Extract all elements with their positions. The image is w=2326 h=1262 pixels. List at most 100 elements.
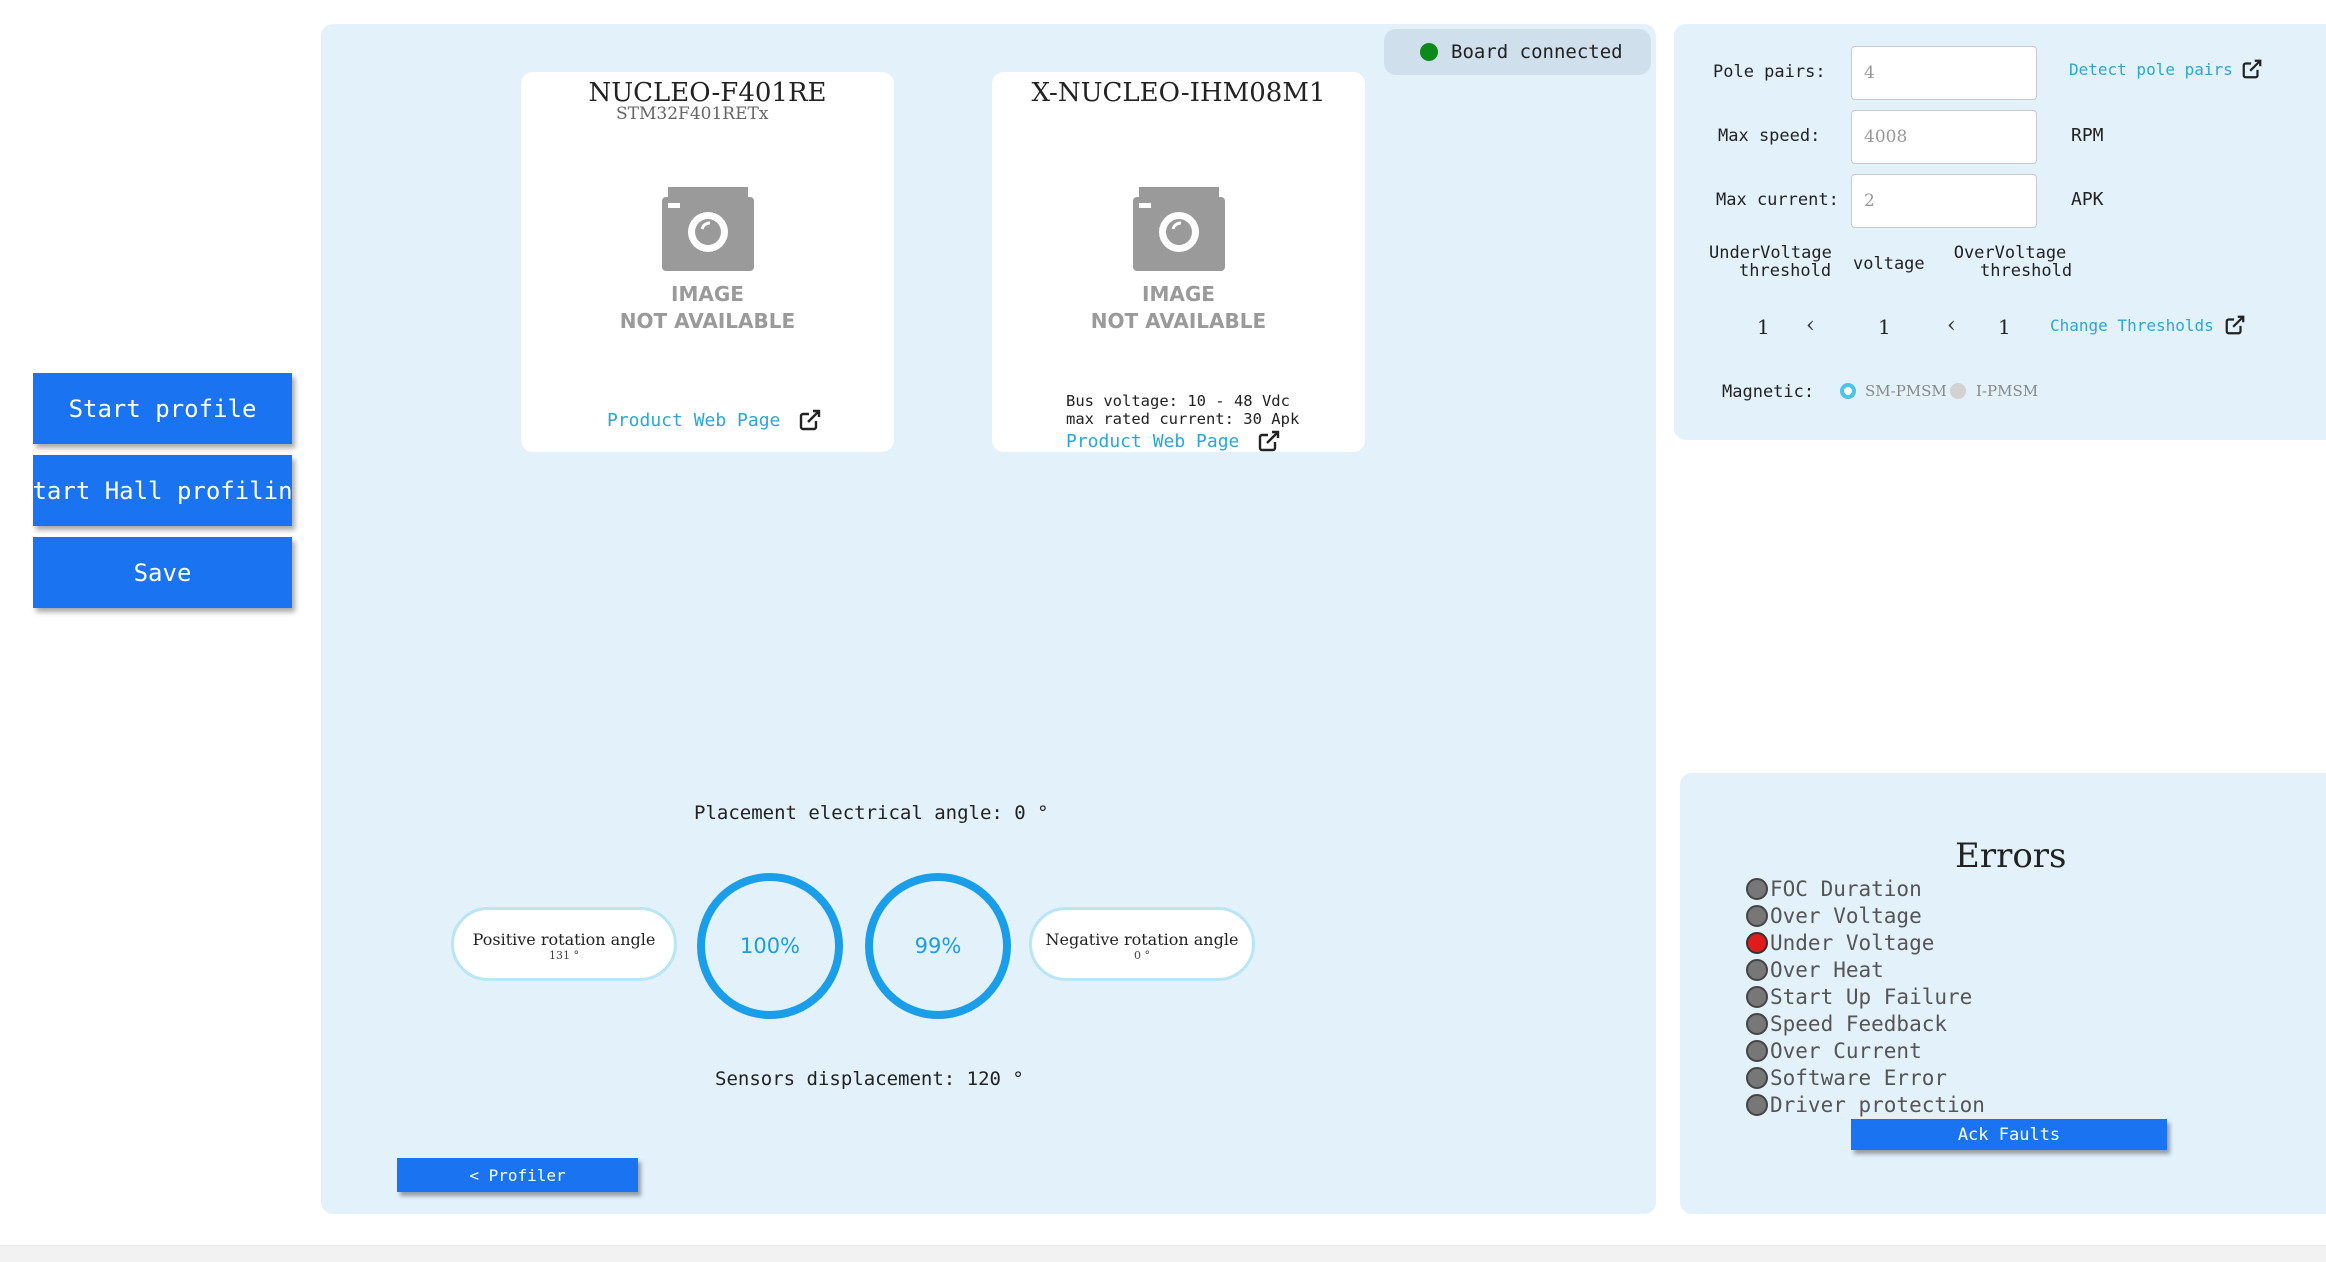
positive-rotation-gauge: 100% xyxy=(697,873,843,1019)
sm-pmsm-radio[interactable] xyxy=(1840,383,1856,399)
detect-pole-pairs-label[interactable]: Detect pole pairs xyxy=(2069,60,2233,79)
board-title: X-NUCLEO-IHM08M1 xyxy=(1031,78,1326,108)
max-current-label: Max current: xyxy=(1716,190,1839,210)
sm-pmsm-label[interactable]: SM-PMSM xyxy=(1865,382,1947,400)
board-card-nucleo: NUCLEO-F401RE STM32F401RETx IMAGE NOT AV… xyxy=(521,72,894,452)
bus-voltage-spec: Bus voltage: 10 - 48 Vdc xyxy=(1066,392,1290,410)
error-indicator-active xyxy=(1746,931,1768,954)
image-na-line1: IMAGE xyxy=(1142,282,1215,306)
camera-icon xyxy=(661,187,754,271)
error-item: Software Error xyxy=(1746,1064,1947,1091)
product-web-page-link[interactable]: Product Web Page xyxy=(607,408,822,432)
profiler-back-button[interactable]: < Profiler xyxy=(397,1158,638,1192)
undervoltage-label-line2: threshold xyxy=(1739,261,1832,281)
undervoltage-threshold-value: 1 xyxy=(1757,315,1770,339)
error-indicator xyxy=(1746,1039,1768,1062)
image-na-line2: NOT AVAILABLE xyxy=(1090,309,1267,333)
negative-rotation-label: Negative rotation angle xyxy=(1045,930,1239,949)
external-link-icon[interactable] xyxy=(2241,58,2263,80)
detect-pole-pairs-link[interactable]: Detect pole pairs xyxy=(2069,58,2263,80)
save-button[interactable]: Save xyxy=(33,537,292,608)
error-label: FOC Duration xyxy=(1770,876,1922,901)
camera-icon xyxy=(1132,187,1225,271)
voltage-value: 1 xyxy=(1878,315,1891,339)
external-link-icon[interactable] xyxy=(1257,429,1281,453)
negative-rotation-gauge: 99% xyxy=(865,873,1011,1019)
board-status: Board connected xyxy=(1384,29,1651,75)
max-current-input[interactable] xyxy=(1851,174,2037,228)
bottom-scrollbar[interactable] xyxy=(0,1245,2326,1262)
chevron-left-icon[interactable]: ‹ xyxy=(1947,313,1956,338)
sensors-displacement: Sensors displacement: 120 ° xyxy=(715,1068,1024,1090)
overvoltage-threshold-value: 1 xyxy=(1998,315,2011,339)
negative-rotation-pill: Negative rotation angle 0 ° xyxy=(1029,907,1255,981)
pole-pairs-label: Pole pairs: xyxy=(1713,62,1826,82)
undervoltage-label-line1: UnderVoltage xyxy=(1709,243,1832,263)
pole-pairs-input[interactable] xyxy=(1851,46,2037,100)
positive-rotation-label: Positive rotation angle xyxy=(472,930,656,949)
error-label: Software Error xyxy=(1770,1065,1948,1090)
image-placeholder: IMAGE NOT AVAILABLE xyxy=(521,187,894,335)
error-label: Under Voltage xyxy=(1770,930,1935,955)
max-speed-label: Max speed: xyxy=(1718,126,1821,146)
board-specs: Bus voltage: 10 - 48 Vdc max rated curre… xyxy=(1066,392,1299,428)
error-item: Over Heat xyxy=(1746,956,1884,983)
error-item: FOC Duration xyxy=(1746,875,1922,902)
change-thresholds-label[interactable]: Change Thresholds xyxy=(2050,316,2214,335)
error-indicator xyxy=(1746,1066,1768,1089)
error-indicator xyxy=(1746,985,1768,1008)
overvoltage-label-line1: OverVoltage xyxy=(1953,243,2067,263)
negative-rotation-percent: 99% xyxy=(914,934,962,958)
product-web-page-label[interactable]: Product Web Page xyxy=(1066,431,1239,452)
start-profile-button[interactable]: Start profile xyxy=(33,373,292,444)
error-indicator xyxy=(1746,1012,1768,1035)
overvoltage-threshold-label: OverVoltage threshold xyxy=(1950,243,2073,281)
max-speed-unit: RPM xyxy=(2071,125,2104,146)
max-speed-input[interactable] xyxy=(1851,110,2037,164)
error-indicator xyxy=(1746,877,1768,900)
error-label: Start Up Failure xyxy=(1770,984,1973,1009)
negative-rotation-value: 0 ° xyxy=(1134,949,1150,962)
max-current-spec: max rated current: 30 Apk xyxy=(1066,410,1300,428)
error-item: Under Voltage xyxy=(1746,929,1934,956)
ack-faults-button[interactable]: Ack Faults xyxy=(1851,1119,2167,1150)
i-pmsm-radio[interactable] xyxy=(1950,383,1966,399)
max-current-unit: APK xyxy=(2071,189,2104,210)
error-label: Over Heat xyxy=(1770,957,1884,982)
positive-rotation-percent: 100% xyxy=(739,934,801,958)
overvoltage-label-line2: threshold xyxy=(1980,261,2073,281)
error-item: Over Current xyxy=(1746,1037,1922,1064)
start-hall-profiling-button[interactable]: Start Hall profiling xyxy=(33,455,292,526)
error-label: Over Voltage xyxy=(1770,903,1922,928)
voltage-label: voltage xyxy=(1853,254,1925,274)
error-label: Driver protection xyxy=(1770,1092,1985,1117)
change-thresholds-link[interactable]: Change Thresholds xyxy=(2050,314,2246,336)
connection-status-dot xyxy=(1420,43,1438,61)
i-pmsm-label[interactable]: I-PMSM xyxy=(1976,382,2038,400)
board-card-ihm08m1: X-NUCLEO-IHM08M1 IMAGE NOT AVAILABLE Bus… xyxy=(992,72,1365,452)
image-placeholder: IMAGE NOT AVAILABLE xyxy=(992,187,1365,335)
errors-title: Errors xyxy=(1955,836,2067,876)
board-subtitle: STM32F401RETx xyxy=(616,104,769,124)
image-na-line2: NOT AVAILABLE xyxy=(619,309,796,333)
undervoltage-threshold-label: UnderVoltage threshold xyxy=(1709,243,1832,281)
error-label: Speed Feedback xyxy=(1770,1011,1948,1036)
error-item: Over Voltage xyxy=(1746,902,1922,929)
product-web-page-link[interactable]: Product Web Page xyxy=(1066,429,1281,453)
error-item: Driver protection xyxy=(1746,1091,1985,1118)
placement-angle: Placement electrical angle: 0 ° xyxy=(694,802,1049,824)
positive-rotation-value: 131 ° xyxy=(549,949,579,962)
error-indicator xyxy=(1746,904,1768,927)
error-indicator xyxy=(1746,1093,1768,1116)
error-item: Start Up Failure xyxy=(1746,983,1972,1010)
error-indicator xyxy=(1746,958,1768,981)
error-label: Over Current xyxy=(1770,1038,1922,1063)
image-na-line1: IMAGE xyxy=(671,282,744,306)
chevron-left-icon[interactable]: ‹ xyxy=(1806,313,1815,338)
board-status-label: Board connected xyxy=(1451,41,1623,63)
product-web-page-label[interactable]: Product Web Page xyxy=(607,410,780,431)
external-link-icon[interactable] xyxy=(798,408,822,432)
external-link-icon[interactable] xyxy=(2224,314,2246,336)
positive-rotation-pill: Positive rotation angle 131 ° xyxy=(451,907,677,981)
error-item: Speed Feedback xyxy=(1746,1010,1947,1037)
